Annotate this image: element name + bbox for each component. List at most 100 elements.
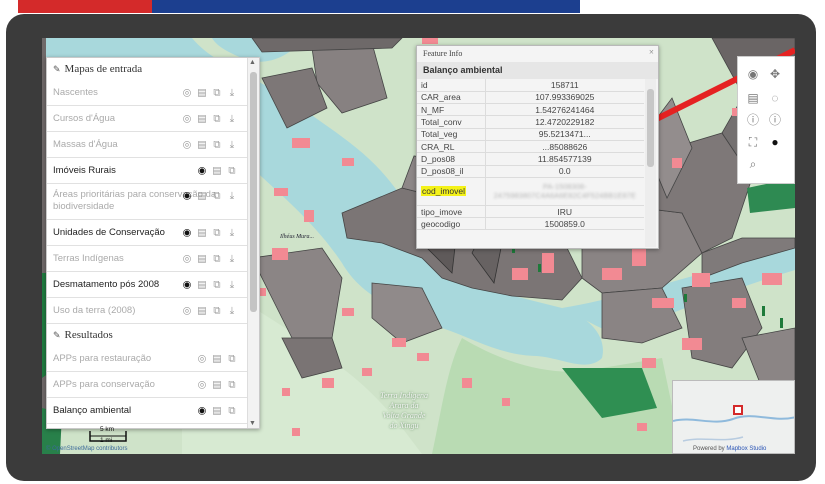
layer-row[interactable]: Nascentes ◎ ▤ ⧉ ⤓ (47, 80, 259, 106)
ti-line-1: Terra Indígena (380, 391, 428, 400)
layers-icon[interactable]: ▤ (744, 89, 762, 107)
circle-select-icon[interactable]: ◌ (766, 89, 784, 107)
document-icon[interactable]: ▤ (197, 191, 207, 202)
document-icon[interactable]: ▤ (197, 227, 207, 238)
pan-icon[interactable]: ✥ (766, 65, 784, 83)
copy-icon[interactable]: ⧉ (212, 113, 222, 124)
layer-row[interactable]: Unidades de Conservação ◉ ▤ ⧉ ⤓ (47, 220, 259, 246)
feature-info-scroll-thumb[interactable] (647, 89, 654, 167)
eye-icon[interactable]: ◉ (182, 191, 192, 202)
attribute-key-text: CAR_area (421, 92, 461, 103)
attribution-prefix: Powered by (693, 446, 725, 452)
document-icon[interactable]: ▤ (197, 253, 207, 264)
layer-row[interactable]: Desmatamento pós 2008 ◉ ▤ ⧉ ⤓ (47, 272, 259, 298)
feature-info-header[interactable]: Feature Info × (417, 46, 658, 62)
close-icon[interactable]: × (649, 47, 654, 57)
panel-scrollbar[interactable]: ▲ ▼ (247, 58, 259, 428)
eye-icon[interactable]: ◉ (182, 279, 192, 290)
attribute-value-text: ...85088626 (542, 141, 588, 152)
layer-row[interactable]: Cursos d'Água ◎ ▤ ⧉ ⤓ (47, 106, 259, 132)
document-icon[interactable]: ▤ (197, 305, 207, 316)
eye-icon[interactable]: ◉ (197, 405, 207, 416)
attribute-value: ...85088626 (485, 140, 644, 154)
layer-row[interactable]: Terras Indígenas ◎ ▤ ⧉ ⤓ (47, 246, 259, 272)
search-icon[interactable]: ⌕ (744, 155, 762, 173)
fullscreen-icon[interactable]: ⛶ (744, 133, 762, 151)
copy-icon[interactable]: ⧉ (227, 379, 237, 390)
document-icon[interactable]: ▤ (197, 113, 207, 124)
layer-actions: ◎ ▤ ⧉ ⤓ (182, 305, 237, 316)
banner-blue-strip (152, 0, 580, 13)
download-icon[interactable]: ⤓ (227, 113, 237, 124)
copy-icon[interactable]: ⧉ (212, 139, 222, 150)
layer-name: Unidades de Conservação (53, 226, 165, 238)
document-icon[interactable]: ▤ (197, 87, 207, 98)
pin-icon: ✎ (53, 329, 61, 340)
document-icon[interactable]: ▤ (197, 139, 207, 150)
panel-scroll-thumb[interactable] (250, 72, 257, 312)
copy-icon[interactable]: ⧉ (212, 253, 222, 264)
document-icon[interactable]: ▤ (212, 165, 222, 176)
download-icon[interactable]: ⤓ (227, 191, 237, 202)
section-title-entrada[interactable]: ✎ Mapas de entrada (47, 58, 259, 80)
layer-row[interactable]: Massas d'Água ◎ ▤ ⧉ ⤓ (47, 132, 259, 158)
ti-line-4: do Xingu (389, 421, 419, 430)
layer-name: Cursos d'Água (53, 112, 116, 124)
layer-row[interactable]: Imóveis Rurais ◉ ▤ ⧉ (47, 158, 259, 184)
download-icon[interactable]: ⤓ (227, 305, 237, 316)
attribute-key: CRA_RL (417, 140, 486, 154)
help-icon[interactable]: ⓘ (744, 111, 762, 129)
layer-name: Nascentes (53, 86, 98, 98)
scroll-up-icon[interactable]: ▲ (249, 59, 256, 66)
section-title-resultados[interactable]: ✎ Resultados (47, 324, 259, 346)
document-icon[interactable]: ▤ (197, 279, 207, 290)
download-icon[interactable]: ⤓ (227, 87, 237, 98)
copy-icon[interactable]: ⧉ (212, 279, 222, 290)
attribute-row: cod_imovel PA-1508308-2475983807C4A6A6E82… (417, 177, 644, 206)
overview-minimap[interactable] (672, 380, 795, 454)
download-icon[interactable]: ⤓ (227, 253, 237, 264)
attribute-value-text: 0.0 (558, 166, 571, 177)
download-icon[interactable]: ⤓ (227, 139, 237, 150)
layer-row[interactable]: Uso da terra (2008) ◎ ▤ ⧉ ⤓ (47, 298, 259, 324)
binoculars-icon[interactable]: ◉ (744, 65, 762, 83)
layer-actions: ◎ ▤ ⧉ ⤓ (182, 87, 237, 98)
copy-icon[interactable]: ⧉ (212, 87, 222, 98)
binoculars-icon[interactable]: ◎ (182, 139, 192, 150)
river-island-label: Ilhéus Mura... (280, 234, 314, 240)
copy-icon[interactable]: ⧉ (227, 353, 237, 364)
layer-row[interactable]: APPs para restauração ◎ ▤ ⧉ (47, 346, 259, 372)
download-icon[interactable]: ⤓ (227, 227, 237, 238)
scroll-down-icon[interactable]: ▼ (249, 420, 256, 427)
copy-icon[interactable]: ⧉ (212, 227, 222, 238)
map-attribution-left[interactable]: © OpenStreetMap contributors (46, 446, 127, 452)
attribute-key: D_pos08_il (417, 165, 486, 178)
attribution-link[interactable]: Mapbox Studio (726, 446, 766, 452)
copy-icon[interactable]: ⧉ (227, 405, 237, 416)
eye-icon[interactable]: ◉ (182, 227, 192, 238)
feature-info-scrollbar[interactable] (645, 79, 656, 247)
document-icon[interactable]: ▤ (212, 379, 222, 390)
copy-icon[interactable]: ⧉ (212, 191, 222, 202)
layer-row[interactable]: APPs para conservação ◎ ▤ ⧉ (47, 372, 259, 398)
eye-icon[interactable]: ◉ (197, 165, 207, 176)
layer-actions: ◎ ▤ ⧉ (197, 379, 237, 390)
binoculars-icon[interactable]: ◎ (182, 113, 192, 124)
download-icon[interactable]: ⤓ (227, 279, 237, 290)
copy-icon[interactable]: ⧉ (212, 305, 222, 316)
info-icon[interactable]: ● (766, 133, 784, 151)
document-icon[interactable]: ▤ (212, 405, 222, 416)
layer-row[interactable]: Balanço ambiental ◉ ▤ ⧉ (47, 398, 259, 424)
attribute-key-text: cod_imovel (421, 186, 466, 197)
layer-actions: ◉ ▤ ⧉ ⤓ (182, 279, 237, 290)
document-icon[interactable]: ▤ (212, 353, 222, 364)
binoculars-icon[interactable]: ◎ (182, 305, 192, 316)
attribute-key-text: CRA_RL (421, 141, 455, 152)
binoculars-icon[interactable]: ◎ (197, 379, 207, 390)
binoculars-icon[interactable]: ◎ (197, 353, 207, 364)
copy-icon[interactable]: ⧉ (227, 165, 237, 176)
binoculars-icon[interactable]: ◎ (182, 253, 192, 264)
binoculars-icon[interactable]: ◎ (182, 87, 192, 98)
help-icon[interactable]: ⓘ (766, 111, 784, 129)
layer-row[interactable]: Áreas prioritárias para conservação da b… (47, 184, 259, 220)
